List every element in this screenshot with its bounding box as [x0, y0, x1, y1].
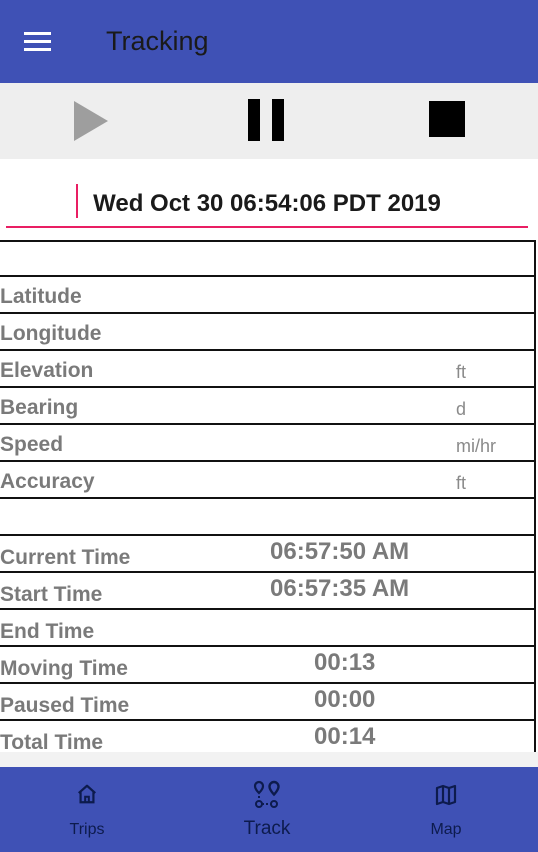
table-row: Latitude: [0, 277, 536, 314]
row-label: Elevation: [0, 359, 94, 382]
row-label: Accuracy: [0, 470, 95, 493]
table-row: Moving Time 00:13: [0, 647, 536, 684]
table-row: [0, 240, 536, 277]
row-label: Longitude: [0, 322, 102, 345]
table-row: [0, 499, 536, 536]
row-label: Start Time: [0, 583, 103, 606]
table-row: Total Time 00:14: [0, 721, 536, 752]
row-unit: mi/hr: [456, 436, 496, 456]
pause-icon[interactable]: [248, 99, 286, 141]
nav-divider: [0, 752, 538, 767]
map-icon: [386, 783, 506, 812]
hamburger-menu-icon[interactable]: [24, 30, 54, 54]
route-icon: [207, 780, 327, 815]
table-row: Paused Time 00:00: [0, 684, 536, 721]
row-label: End Time: [0, 620, 95, 643]
page-title: Tracking: [106, 26, 209, 56]
date-value: Wed Oct 30 06:54:06 PDT 2019: [93, 190, 441, 217]
table-row: Accuracy ft: [0, 462, 536, 499]
play-icon[interactable]: [74, 101, 108, 141]
date-input[interactable]: Wed Oct 30 06:54:06 PDT 2019: [6, 180, 528, 228]
nav-label-track: Track: [243, 818, 291, 839]
table-row: End Time: [0, 610, 536, 647]
tracking-controls: [0, 83, 538, 159]
row-unit: d: [456, 399, 467, 419]
bottom-navigation: Trips Track Map: [0, 767, 538, 852]
table-row: Start Time 06:57:35 AM: [0, 573, 536, 610]
row-label: Current Time: [0, 546, 131, 569]
stop-icon[interactable]: [429, 101, 465, 137]
row-value: 00:13: [314, 649, 376, 676]
nav-item-trips[interactable]: Trips: [27, 767, 147, 852]
table-row: Speed mi/hr: [0, 425, 536, 462]
home-icon: [27, 783, 147, 810]
app-bar: Tracking: [0, 0, 538, 83]
nav-label-trips: Trips: [69, 821, 105, 838]
row-label: Bearing: [0, 396, 79, 419]
row-unit: ft: [456, 362, 467, 382]
nav-label-map: Map: [430, 821, 462, 838]
row-value: 00:00: [314, 686, 376, 713]
table-row: Current Time 06:57:50 AM: [0, 536, 536, 573]
row-label: Total Time: [0, 731, 104, 752]
row-unit: ft: [456, 473, 467, 493]
row-label: Paused Time: [0, 694, 130, 717]
table-row: Elevation ft: [0, 351, 536, 388]
row-value: 06:57:35 AM: [270, 575, 410, 602]
text-cursor: [76, 184, 78, 218]
tracking-table: Latitude Longitude Elevation ft Bearing …: [0, 240, 538, 752]
table-row: Bearing d: [0, 388, 536, 425]
table-row: Longitude: [0, 314, 536, 351]
row-label: Moving Time: [0, 657, 128, 680]
nav-item-track[interactable]: Track: [207, 767, 327, 852]
row-label: Speed: [0, 433, 64, 456]
row-value: 00:14: [314, 723, 376, 750]
nav-item-map[interactable]: Map: [386, 767, 506, 852]
row-label: Latitude: [0, 285, 82, 308]
row-value: 06:57:50 AM: [270, 538, 410, 565]
